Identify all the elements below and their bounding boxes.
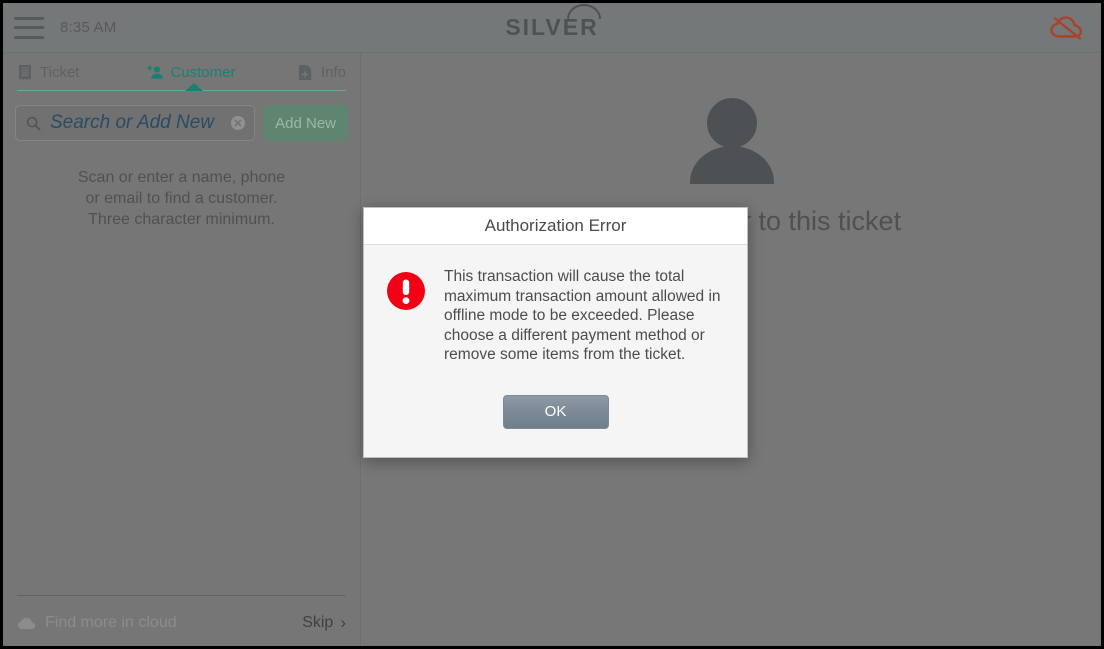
avatar-body <box>689 146 774 184</box>
add-person-icon <box>147 64 164 81</box>
tab-customer[interactable]: Customer <box>147 64 235 81</box>
search-input[interactable]: Search or Add New <box>15 105 256 141</box>
search-hint-line-3: Three character minimum. <box>88 211 275 228</box>
top-bar: 8:35 AM SILVER <box>3 3 1101 53</box>
logo-cloud-arc-icon <box>566 4 601 19</box>
dialog-title: Authorization Error <box>364 208 747 245</box>
pos-app-screen: 8:35 AM SILVER Ticket Customer Info Sear… <box>0 0 1104 649</box>
sidebar-tabs: Ticket Customer Info <box>3 53 360 91</box>
dialog-message: This transaction will cause the total ma… <box>444 268 721 363</box>
search-placeholder: Search or Add New <box>50 112 215 133</box>
chevron-right-icon: › <box>340 613 346 632</box>
person-avatar-icon <box>689 98 774 184</box>
avatar-head <box>706 98 757 148</box>
authorization-error-dialog: Authorization Error This transaction wil… <box>363 207 748 458</box>
customer-search-row: Search or Add New Add New <box>3 91 360 141</box>
dialog-ok-button[interactable]: OK <box>502 394 609 429</box>
app-logo: SILVER <box>3 3 1101 52</box>
clear-circle-icon[interactable] <box>230 115 246 131</box>
skip-label: Skip <box>302 613 334 631</box>
hamburger-menu-icon[interactable] <box>14 16 44 39</box>
customer-sidebar: Ticket Customer Info Search or Add New A… <box>3 53 361 646</box>
add-document-icon <box>298 64 314 81</box>
cloud-offline-icon[interactable] <box>1049 15 1085 41</box>
skip-button[interactable]: Skip › <box>302 614 346 632</box>
clock-label: 8:35 AM <box>60 19 117 36</box>
tab-info[interactable]: Info <box>298 64 346 81</box>
find-more-in-cloud-button[interactable]: Find more in cloud <box>17 614 177 632</box>
tab-ticket[interactable]: Ticket <box>17 64 79 81</box>
tab-info-label: Info <box>320 63 346 81</box>
search-hint-line-2: or email to find a customer. <box>85 190 278 207</box>
cloud-icon <box>17 617 36 629</box>
receipt-icon <box>17 64 33 81</box>
error-exclamation-icon <box>387 272 425 310</box>
tab-ticket-label: Ticket <box>40 63 80 81</box>
active-tab-caret-icon <box>185 83 203 91</box>
app-logo-text: SILVER <box>505 14 599 40</box>
sidebar-footer: Find more in cloud Skip › <box>3 595 360 646</box>
search-hint-line-1: Scan or enter a name, phone <box>77 169 286 186</box>
find-more-in-cloud-label: Find more in cloud <box>45 613 177 631</box>
tab-customer-label: Customer <box>170 63 236 81</box>
search-icon <box>26 116 41 130</box>
search-hint-text: Scan or enter a name, phone or email to … <box>3 167 360 230</box>
tabs-underline <box>17 90 346 91</box>
add-new-button[interactable]: Add New <box>263 105 348 141</box>
